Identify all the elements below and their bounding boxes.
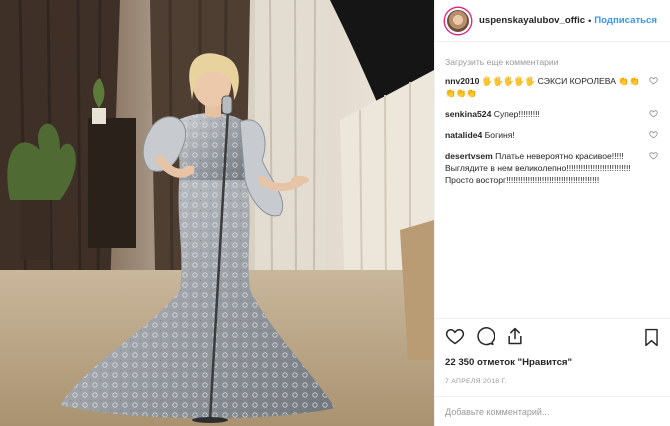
comment-text: Богиня! bbox=[484, 130, 515, 140]
comment-like-heart-icon[interactable] bbox=[649, 76, 658, 85]
post-sidebar: uspenskayalubov_offic • Подписаться Загр… bbox=[434, 0, 670, 426]
add-comment-input[interactable] bbox=[445, 406, 660, 417]
header-separator: • bbox=[588, 15, 592, 26]
author-username[interactable]: uspenskayalubov_offic bbox=[479, 15, 585, 26]
comment-username[interactable]: senkina524 bbox=[445, 109, 491, 119]
comment-like-heart-icon[interactable] bbox=[649, 130, 658, 139]
follow-button[interactable]: Подписаться bbox=[594, 15, 657, 26]
comment-username[interactable]: nnv2010 bbox=[445, 76, 479, 86]
comment-bubble-icon[interactable] bbox=[475, 326, 495, 346]
comment-like-heart-icon[interactable] bbox=[649, 151, 658, 160]
heart-outline-icon[interactable] bbox=[445, 326, 465, 346]
comment-like-heart-icon[interactable] bbox=[649, 109, 658, 118]
comment-username[interactable]: natalide4 bbox=[445, 130, 482, 140]
actions-divider bbox=[435, 318, 670, 319]
comment-item: senkina524 Супер!!!!!!!!! bbox=[445, 108, 660, 120]
post-date: 7 АПРЕЛЯ 2018 Г. bbox=[445, 378, 507, 385]
comment-text: Супер!!!!!!!!! bbox=[493, 109, 540, 119]
comments-list: Загрузить еще комментарии nnv2010 🖐🖐🖐🖐🖐 … bbox=[435, 42, 670, 186]
post-header: uspenskayalubov_offic • Подписаться bbox=[435, 0, 670, 42]
comment-item: nnv2010 🖐🖐🖐🖐🖐 СЭКСИ КОРОЛЕВА 👏👏👏👏👏 bbox=[445, 75, 660, 99]
bookmark-icon[interactable] bbox=[643, 328, 660, 347]
load-more-comments-link[interactable]: Загрузить еще комментарии bbox=[445, 57, 660, 67]
likes-count[interactable]: 22 350 отметок "Нравится" bbox=[445, 357, 572, 368]
comment-item: natalide4 Богиня! bbox=[445, 129, 660, 141]
post-photo[interactable] bbox=[0, 0, 434, 426]
add-comment-bar bbox=[435, 396, 670, 426]
share-icon[interactable] bbox=[505, 326, 525, 346]
post-actions bbox=[445, 326, 525, 346]
comment-username[interactable]: desertvsem bbox=[445, 151, 493, 161]
avatar[interactable] bbox=[445, 7, 471, 34]
singer-photo-illustration bbox=[0, 0, 434, 426]
comment-item: desertvsem Платье невероятно красивое!!!… bbox=[445, 150, 660, 186]
